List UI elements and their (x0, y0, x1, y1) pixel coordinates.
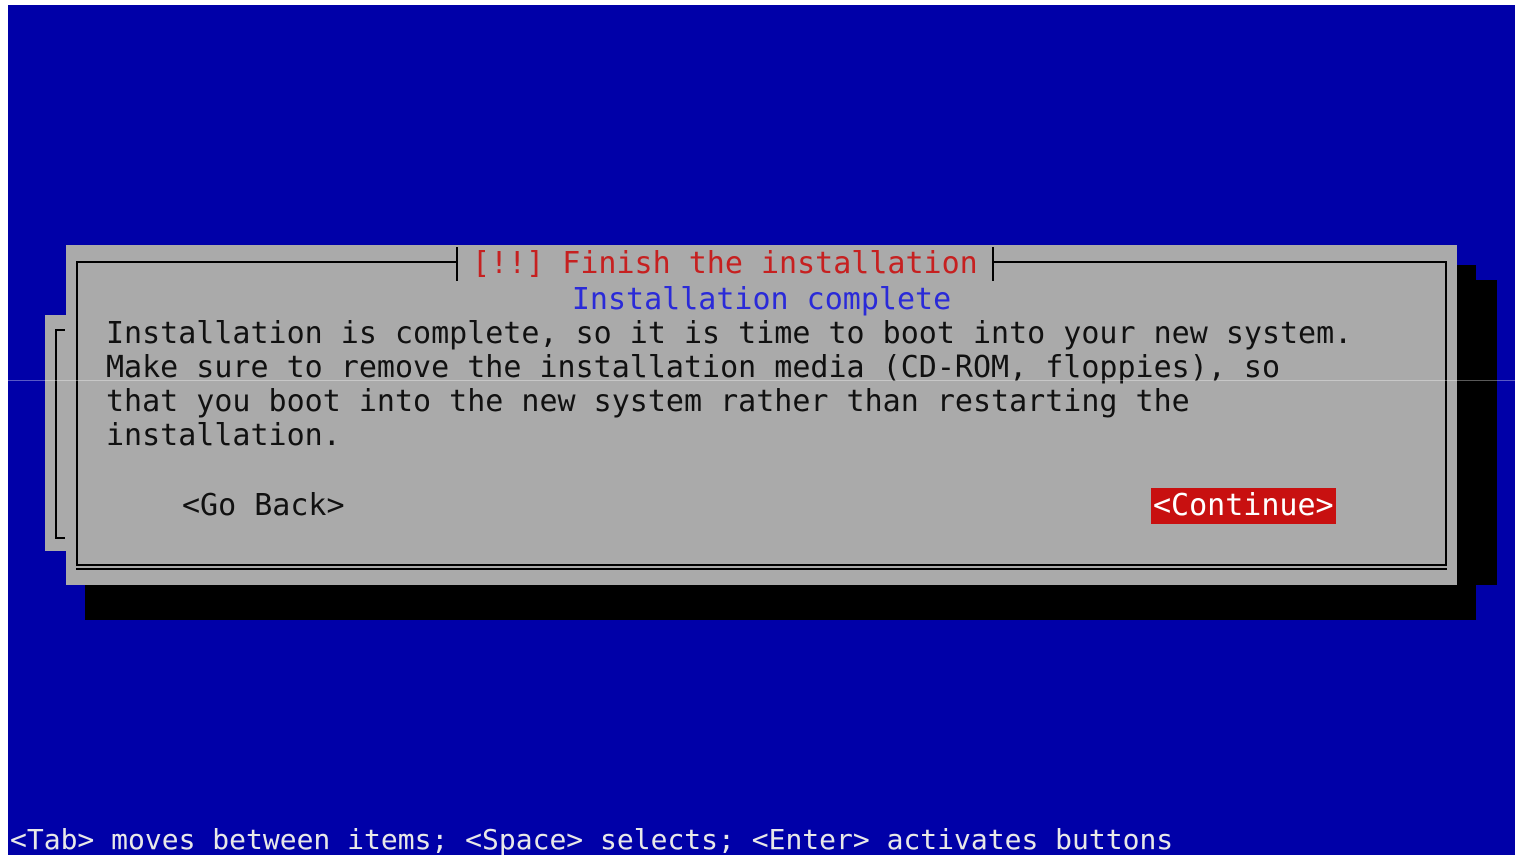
installer-screen: [!!] Finish the installation Installatio… (8, 5, 1515, 855)
message-line: Installation is complete, so it is time … (106, 316, 1353, 351)
go-back-button[interactable]: <Go Back> (182, 488, 345, 524)
dialog-subtitle: Installation complete (571, 282, 952, 317)
message-line: that you boot into the new system rather… (106, 384, 1190, 419)
continue-button[interactable]: <Continue> (1151, 488, 1336, 524)
scanline-artifact (8, 380, 1515, 381)
dialog-message: Installation is complete, so it is time … (106, 317, 1436, 453)
message-line: installation. (106, 418, 341, 453)
finish-installation-dialog: [!!] Finish the installation Installatio… (66, 245, 1457, 585)
keyboard-help-line: <Tab> moves between items; <Space> selec… (10, 823, 1174, 855)
background-dialog-bracket (55, 329, 65, 539)
dialog-title: [!!] Finish the installation (456, 247, 994, 281)
